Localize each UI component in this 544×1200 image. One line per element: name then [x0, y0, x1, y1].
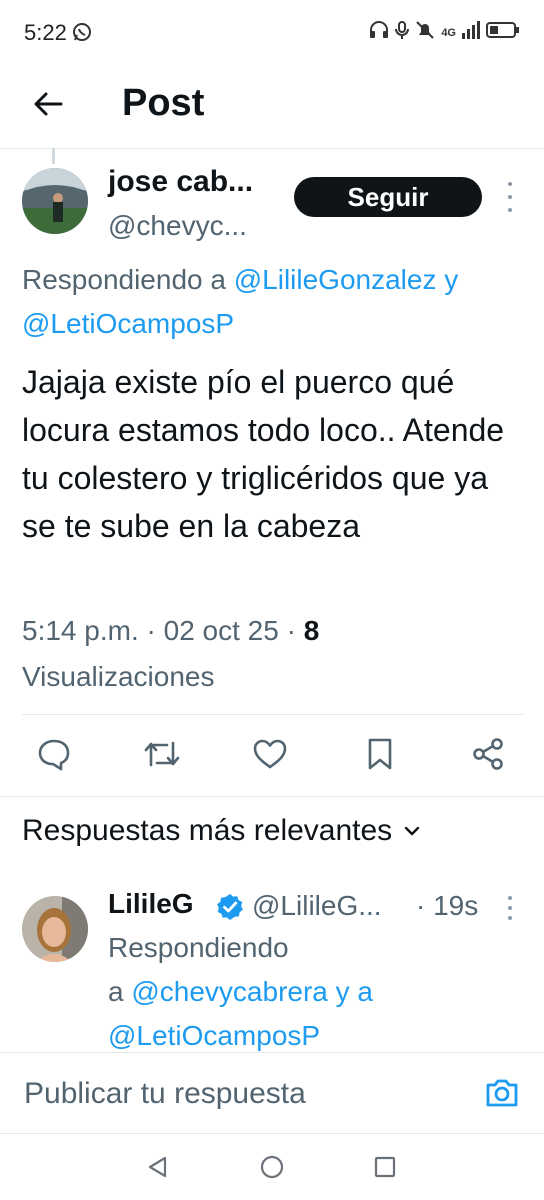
- replying-conjunction: y: [444, 264, 459, 295]
- replies-sort-label: Respuestas más relevantes: [22, 814, 393, 847]
- divider: [22, 714, 524, 715]
- reply-author-name[interactable]: LilileG: [108, 888, 194, 920]
- meta-separator: ·: [286, 615, 296, 646]
- network-label: 4G: [441, 26, 456, 39]
- headphones-icon: [369, 21, 389, 44]
- like-icon[interactable]: [246, 730, 294, 778]
- bookmark-icon[interactable]: [356, 730, 404, 778]
- verified-badge-icon: [216, 893, 244, 921]
- back-button[interactable]: [28, 84, 68, 124]
- author-name[interactable]: jose cab...: [108, 165, 253, 199]
- reply-input[interactable]: [22, 1071, 466, 1117]
- meta-separator: ·: [146, 615, 156, 646]
- reply-more-options-icon[interactable]: [502, 896, 518, 920]
- nav-home-icon[interactable]: [255, 1150, 289, 1184]
- views-count: 8: [303, 615, 320, 646]
- mention-link[interactable]: @chevycabrera: [131, 976, 328, 1007]
- chevron-down-icon: [404, 826, 420, 836]
- replying-a: a: [108, 976, 124, 1007]
- nav-back-icon[interactable]: [140, 1150, 174, 1184]
- alarm-icon: [395, 20, 410, 45]
- mention-link[interactable]: @LetiOcamposP: [108, 1020, 320, 1051]
- system-nav-bar: [0, 1132, 544, 1200]
- reply-replying-to: Respondiendo a @chevycabrera y a @LetiOc…: [108, 926, 518, 1058]
- mute-bell-icon: [415, 20, 435, 45]
- views-label: Visualizaciones: [22, 661, 215, 692]
- replying-prefix: Respondiendo: [108, 932, 289, 963]
- signal-icon: [462, 21, 480, 44]
- replying-prefix: Respondiendo a: [22, 264, 226, 295]
- replying-conjunction: y a: [335, 976, 374, 1007]
- share-icon[interactable]: [464, 730, 512, 778]
- reply-author-handle[interactable]: @LilileG...: [252, 890, 382, 922]
- mention-link[interactable]: @LilileGonzalez: [234, 264, 437, 295]
- divider: [0, 796, 544, 797]
- page-title: Post: [122, 82, 205, 124]
- status-bar: 5:22 4G: [0, 0, 544, 64]
- post-date[interactable]: 02 oct 25: [164, 615, 279, 646]
- status-time: 5:22: [24, 20, 67, 45]
- whatsapp-icon: [72, 22, 92, 47]
- author-avatar[interactable]: [22, 168, 88, 234]
- back-arrow-icon: [34, 92, 63, 116]
- post-text: Jajaja existe pío el puerco qué locura e…: [22, 364, 505, 544]
- reply-icon[interactable]: [30, 730, 78, 778]
- post-meta: 5:14 p.m. · 02 oct 25 · 8 Visualizacione…: [22, 608, 522, 700]
- post-time[interactable]: 5:14 p.m.: [22, 615, 139, 646]
- reply-time[interactable]: · 19s: [416, 890, 478, 922]
- reply-avatar[interactable]: [22, 896, 88, 962]
- battery-icon: [486, 21, 520, 44]
- status-icons: 4G: [369, 20, 520, 45]
- thread-line: [52, 148, 55, 164]
- nav-recents-icon[interactable]: [368, 1150, 402, 1184]
- replying-to: Respondiendo a @LilileGonzalez y @LetiOc…: [22, 258, 542, 346]
- replies-sort-dropdown[interactable]: Respuestas más relevantes: [22, 814, 420, 848]
- camera-icon[interactable]: [482, 1073, 522, 1113]
- mention-link[interactable]: @LetiOcamposP: [22, 308, 234, 339]
- author-handle[interactable]: @chevyc...: [108, 210, 247, 242]
- retweet-icon[interactable]: [138, 730, 186, 778]
- top-bar: Post: [0, 64, 544, 149]
- reply-composer: [0, 1052, 544, 1134]
- action-bar: [0, 728, 544, 788]
- follow-button[interactable]: Seguir: [294, 177, 482, 217]
- more-options-icon[interactable]: [502, 182, 518, 212]
